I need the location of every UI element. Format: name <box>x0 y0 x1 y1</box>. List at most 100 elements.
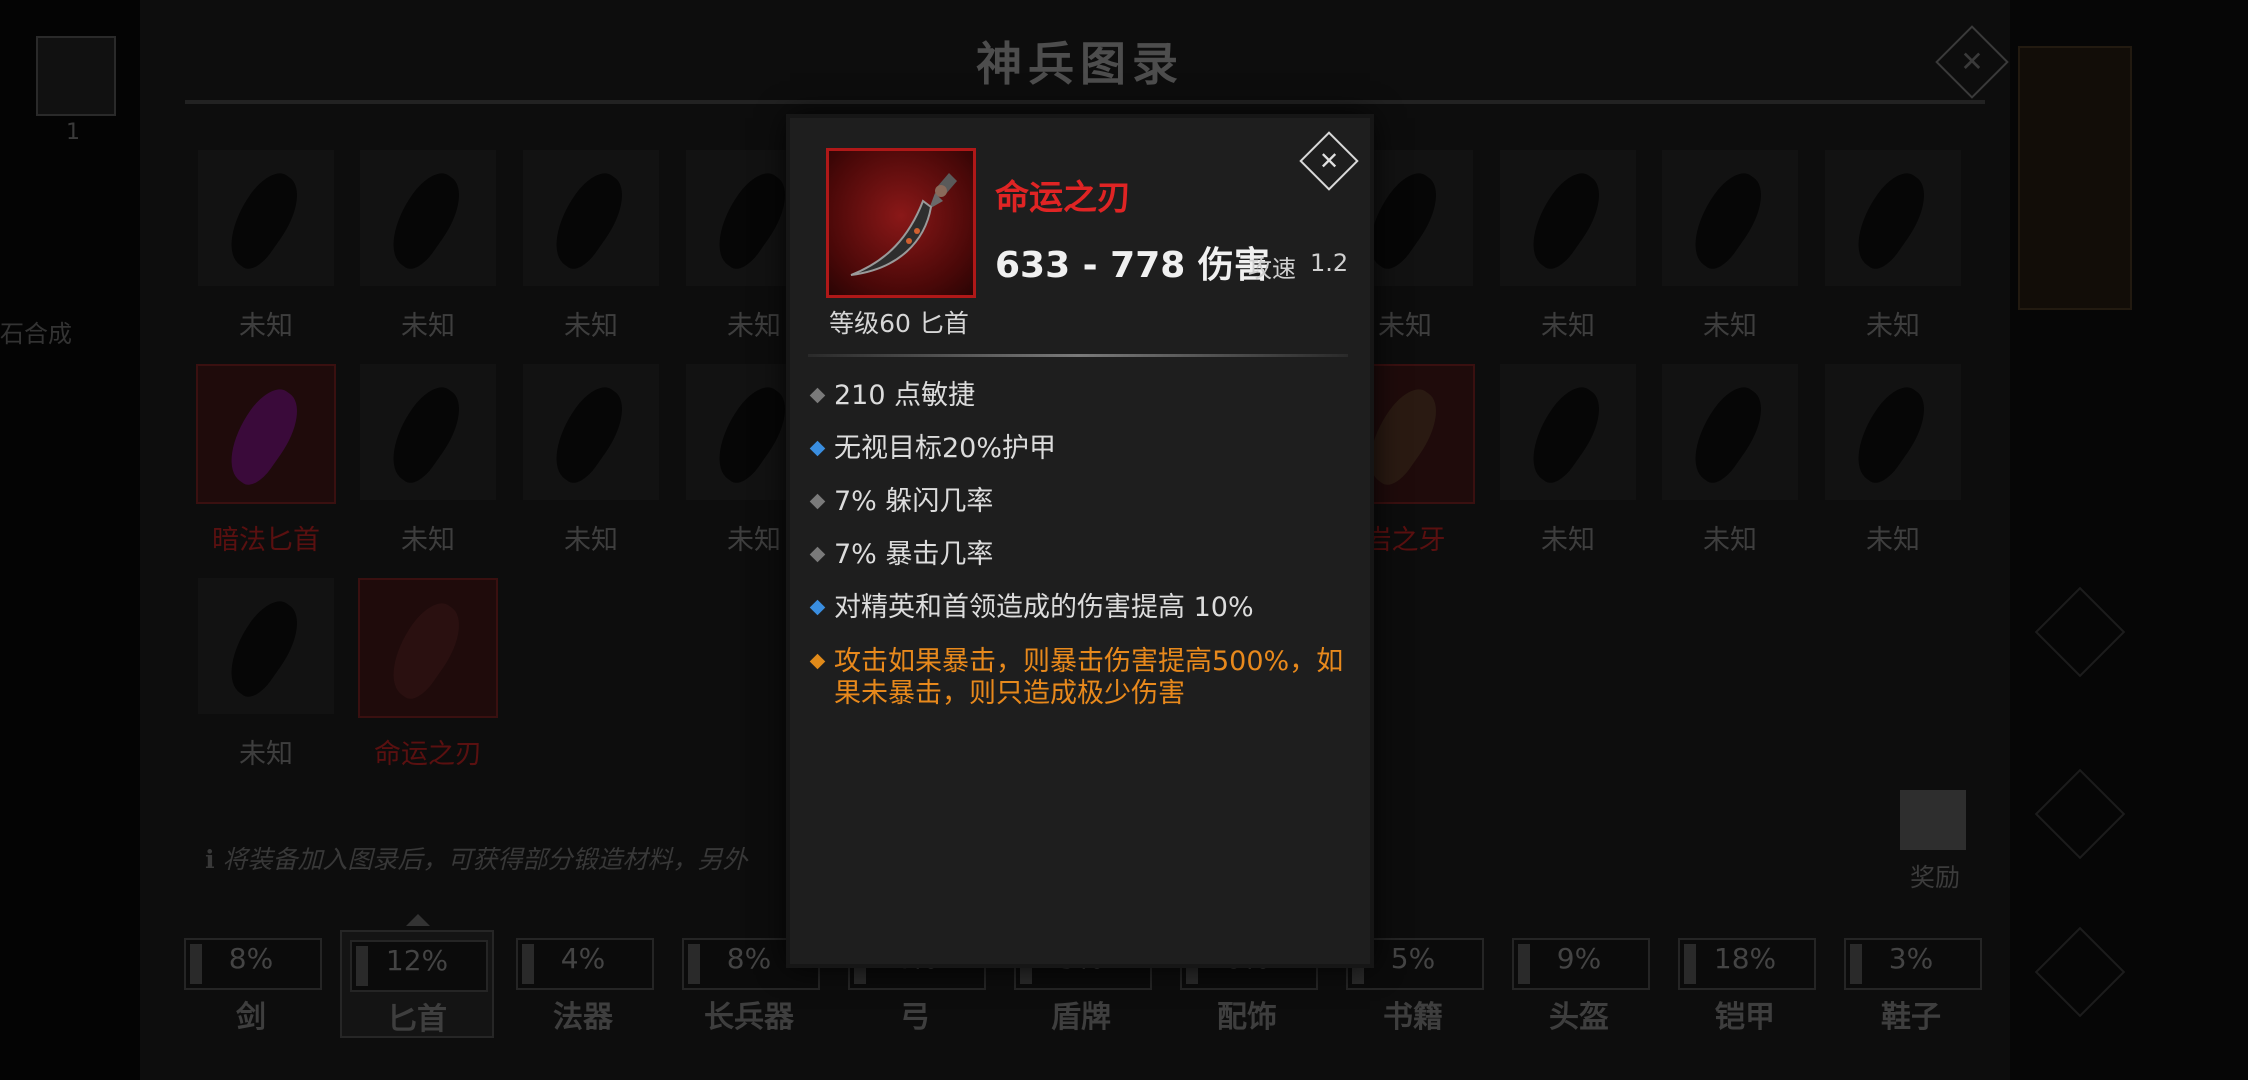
codex-slot[interactable] <box>360 150 496 286</box>
item-silhouette <box>701 164 801 276</box>
popup-close-button[interactable]: ✕ <box>1299 131 1359 191</box>
codex-slot[interactable] <box>1662 150 1798 286</box>
slot-label: 未知 <box>1866 311 1920 342</box>
category-tab[interactable]: 12% 匕首 <box>340 930 494 1038</box>
category-tab[interactable]: 18% 铠甲 <box>1670 930 1820 1035</box>
codex-slot[interactable] <box>1500 364 1636 500</box>
codex-slot[interactable] <box>1825 150 1961 286</box>
slot-label: 命运之刃 <box>374 739 482 770</box>
slot-label: 未知 <box>1703 311 1757 342</box>
item-silhouette <box>1677 164 1777 276</box>
gift-icon[interactable] <box>1900 790 1966 850</box>
popup-divider <box>808 354 1348 357</box>
page-title: 神兵图录 <box>976 37 1184 91</box>
category-tab[interactable]: 3% 鞋子 <box>1836 930 1986 1035</box>
property-text: 攻击如果暴击，则暴击伤害提高500%，如果未暴击，则只造成极少伤害 <box>834 646 1344 709</box>
property-text: 210 点敏捷 <box>834 380 976 411</box>
codex-hint: ℹ 将装备加入图录后，可获得部分锻造材料，另外 <box>205 845 748 874</box>
slot-label: 未知 <box>564 525 618 556</box>
codex-slot[interactable] <box>1662 364 1798 500</box>
item-name: 命运之刃 <box>995 178 1131 218</box>
side-material-count: 1 <box>66 120 80 145</box>
bullet-diamond-icon <box>809 440 826 457</box>
attack-speed-value: 1.2 <box>1310 249 1349 277</box>
category-name: 鞋子 <box>1881 1000 1941 1035</box>
slot-label: 未知 <box>239 739 293 770</box>
blade-icon <box>375 594 475 706</box>
property-text: 7% 躲闪几率 <box>834 486 994 517</box>
property-text: 无视目标20%护甲 <box>834 433 1057 464</box>
dagger-icon <box>850 173 957 276</box>
category-name: 铠甲 <box>1715 1000 1775 1035</box>
reward-label[interactable]: 奖励 <box>1910 858 1960 894</box>
item-silhouette <box>375 164 475 276</box>
category-tab[interactable]: 4% 法器 <box>508 930 658 1035</box>
slot-label: 未知 <box>1866 525 1920 556</box>
item-damage: 633 - 778 伤害 <box>995 245 1270 286</box>
bullet-diamond-icon <box>809 387 826 404</box>
category-name: 头盔 <box>1549 1000 1609 1035</box>
codex-slot[interactable] <box>1825 364 1961 500</box>
category-tab[interactable]: 8% 剑 <box>176 930 326 1035</box>
category-name: 长兵器 <box>704 1000 794 1035</box>
right-map-panel <box>2018 46 2132 310</box>
category-name: 法器 <box>553 1000 613 1035</box>
codex-slot-unlocked[interactable] <box>196 364 336 504</box>
item-silhouette <box>1840 378 1940 490</box>
category-name: 配饰 <box>1217 1000 1277 1035</box>
slot-label: 未知 <box>239 311 293 342</box>
left-strip <box>0 0 140 1080</box>
bullet-diamond-icon <box>809 493 826 510</box>
item-silhouette <box>701 378 801 490</box>
category-name: 盾牌 <box>1051 1000 1111 1035</box>
slot-label: 未知 <box>1541 311 1595 342</box>
item-silhouette <box>213 164 313 276</box>
item-icon-frame <box>826 148 976 298</box>
bullet-diamond-icon <box>809 546 826 563</box>
bullet-diamond-icon <box>809 653 826 670</box>
codex-slot[interactable] <box>198 578 334 714</box>
item-silhouette <box>538 378 638 490</box>
item-detail-popup: 等级60 匕首 命运之刃 633 - 778 伤害 攻速 1.2 ✕ 210 点… <box>790 118 1370 964</box>
close-icon: ✕ <box>1960 45 1984 78</box>
category-percent: 18% <box>1713 942 1777 975</box>
close-icon: ✕ <box>1318 147 1340 175</box>
category-tab[interactable]: 9% 头盔 <box>1504 930 1654 1035</box>
codex-hint-text: 将装备加入图录后，可获得部分锻造材料，另外 <box>222 845 748 874</box>
item-silhouette <box>1515 378 1615 490</box>
category-name: 匕首 <box>387 1002 447 1037</box>
codex-slot-unlocked[interactable] <box>358 578 498 718</box>
codex-slot[interactable] <box>1500 150 1636 286</box>
item-silhouette <box>1677 378 1777 490</box>
attack-speed-label: 攻速 <box>1248 255 1296 283</box>
property-text: 对精英和首领造成的伤害提高 10% <box>834 592 1254 623</box>
dagger-icon <box>213 380 313 492</box>
item-silhouette <box>1840 164 1940 276</box>
category-name: 弓 <box>900 1000 930 1035</box>
item-silhouette <box>1515 164 1615 276</box>
category-name: 书籍 <box>1383 1000 1443 1035</box>
category-percent: 9% <box>1556 942 1602 975</box>
bullet-diamond-icon <box>809 599 826 616</box>
category-percent: 12% <box>385 944 449 977</box>
title-divider <box>185 100 1985 104</box>
item-level-type: 等级60 匕首 <box>829 309 969 338</box>
codex-slot[interactable] <box>198 150 334 286</box>
slot-label: 未知 <box>1703 525 1757 556</box>
codex-slot[interactable] <box>360 364 496 500</box>
selected-tab-arrow <box>406 914 430 926</box>
slot-label: 暗法匕首 <box>212 525 320 556</box>
slot-label: 未知 <box>401 525 455 556</box>
slot-label: 未知 <box>1541 525 1595 556</box>
category-percent: 3% <box>1888 942 1934 975</box>
category-name: 剑 <box>236 1000 266 1035</box>
category-percent: 8% <box>228 942 274 975</box>
item-silhouette <box>538 164 638 276</box>
side-synthesis-label[interactable]: 石合成 <box>0 314 72 349</box>
slot-label: 未知 <box>401 311 455 342</box>
codex-slot[interactable] <box>523 364 659 500</box>
codex-slot[interactable] <box>523 150 659 286</box>
property-text: 7% 暴击几率 <box>834 539 994 570</box>
item-silhouette <box>375 378 475 490</box>
slot-label: 未知 <box>564 311 618 342</box>
